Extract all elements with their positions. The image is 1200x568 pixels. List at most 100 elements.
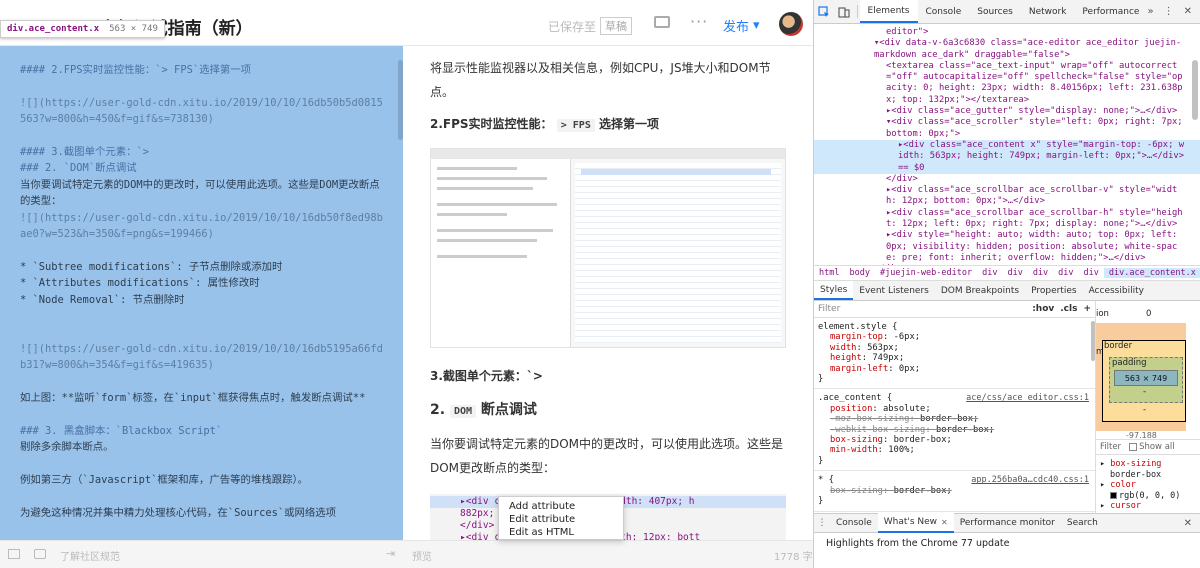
style-property[interactable]: box-sizing: border-box; [818,486,1091,496]
tab-console[interactable]: Console [918,0,970,23]
close-drawer-icon[interactable]: ✕ [1184,518,1200,529]
dom-node[interactable]: ▸<div style="height: auto; width: auto; … [814,230,1200,264]
devtools-menu-icon[interactable]: ⋮ [1164,6,1174,17]
dom-node[interactable]: ▾<div class="ace_scroller" style="left: … [814,117,1200,140]
image-icon[interactable] [34,549,46,559]
style-property[interactable]: position: absolute; [818,404,1091,414]
publish-button[interactable]: 发布 ▾ [723,16,760,35]
drawer-tab-whats-new[interactable]: What's New ✕ [877,513,954,533]
dom-node[interactable]: <textarea class="ace_text-input" wrap="o… [814,61,1200,106]
close-tab-icon[interactable]: ✕ [941,518,948,527]
computed-filter-input[interactable]: Filter [1100,442,1121,452]
drawer-tab-search[interactable]: Search [1061,513,1104,533]
dom-node[interactable]: ▸<div class="ace_gutter" style="display:… [814,106,1200,117]
style-property[interactable]: margin-top: -6px; [818,332,1091,342]
breadcrumb-item[interactable]: html [814,268,844,278]
tab-accessibility[interactable]: Accessibility [1083,281,1150,300]
tab-event-listeners[interactable]: Event Listeners [853,281,935,300]
markdown-line: ### 3. 黑盒脚本：`Blackbox Script` [20,424,223,437]
inspect-element-icon[interactable] [814,0,834,23]
class-toggle[interactable]: .cls [1060,304,1077,314]
preview-heading-fps-tail: 选择第一项 [599,117,660,131]
property-name: margin-left [830,363,889,374]
tab-performance[interactable]: Performance [1074,0,1147,23]
dom-tree[interactable]: editor"> ▾<div data-v-6a3c6830 class="ace… [814,24,1200,265]
hover-state-toggle[interactable]: :hov [1032,304,1054,314]
box-content[interactable]: 563 × 749 [1114,370,1178,386]
dom-node[interactable]: editor"> [814,27,1200,38]
breadcrumb-item[interactable]: #juejin-web-editor [875,268,977,278]
menu-item-edit-as-html[interactable]: Edit as HTML [499,526,623,539]
more-tabs-icon[interactable]: » [1147,6,1153,17]
avatar[interactable] [779,12,803,36]
close-icon[interactable]: ✕ [1184,6,1192,17]
computed-property[interactable]: ▸ box-sizing [1100,459,1200,470]
dom-node[interactable]: ▸<div class="ace_content x" style="margi… [814,139,1200,174]
rule-source-link[interactable]: ace/css/ace_editor.css:1 [966,393,1089,403]
rule-selector[interactable]: element.style { [818,322,1091,332]
draft-link[interactable]: 草稿 [600,17,633,35]
markdown-scrollbar[interactable] [398,60,403,140]
box-padding-bottom[interactable]: - [1143,387,1146,397]
markdown-line: 为避免这种情况并集中精力处理核心代码，在`Sources`或网络选项 [20,506,337,519]
show-all-checkbox[interactable]: Show all [1129,442,1175,452]
more-options-button[interactable]: ··· [690,12,708,31]
breadcrumb-item[interactable]: div [1079,268,1104,278]
dom-node[interactable]: ▸<div class="ace_scrollbar ace_scrollbar… [814,208,1200,231]
computed-property[interactable]: ▸ cursor [1100,501,1200,512]
saved-status-label: 已保存至 [548,19,597,34]
publish-label: 发布 [723,20,750,35]
box-border-bottom[interactable]: - [1143,405,1146,415]
breadcrumb-item[interactable]: div [977,268,1002,278]
markdown-line [20,374,383,390]
markdown-editor[interactable]: #### 2.FPS实时监控性能：`> FPS`选择第一项 ![](https:/… [0,46,403,540]
device-toolbar-icon[interactable] [834,0,854,23]
menu-item-add-attribute[interactable]: Add attribute [499,500,623,513]
style-property[interactable]: min-width: 100%; [818,445,1091,455]
style-property[interactable]: -webkit-box-sizing: border-box; [818,425,1091,435]
drawer-tab-performance-monitor[interactable]: Performance monitor [954,513,1061,533]
image-upload-icon[interactable] [654,16,670,28]
style-property[interactable]: -moz-box-sizing: border-box; [818,414,1091,424]
box-padding-label: padding [1112,358,1147,368]
style-property[interactable]: box-sizing: border-box; [818,435,1091,445]
rule-source-link[interactable]: app.256ba0a…cdc40.css:1 [971,475,1089,485]
drawer-menu-icon[interactable]: ⋮ [814,518,830,528]
tab-sources[interactable]: Sources [969,0,1021,23]
dom-node[interactable]: ▸<div class="ace_scrollbar ace_scrollbar… [814,185,1200,208]
style-property[interactable]: width: 563px; [818,343,1091,353]
breadcrumb-item[interactable]: body [844,268,874,278]
menu-item-edit-attribute[interactable]: Edit attribute [499,513,623,526]
breadcrumb-item[interactable]: div [1053,268,1078,278]
styles-filter-input[interactable]: Filter [818,304,1032,314]
drawer-tab-console[interactable]: Console [830,513,878,533]
property-value: -6px; [893,332,921,343]
preview-heading-fps-text: 2.FPS实时监控性能： [430,117,553,131]
style-property[interactable]: margin-left: 0px; [818,364,1091,374]
dom-node[interactable]: </div> [814,174,1200,185]
add-rule-button[interactable]: + [1083,304,1091,314]
collapse-icon[interactable]: ⇥ [386,547,395,560]
screenshot-page-panel [431,159,571,347]
keyboard-icon[interactable] [8,549,20,559]
style-property[interactable]: height: 749px; [818,353,1091,363]
breadcrumb-item[interactable]: div.ace_content.x [1103,268,1200,278]
tab-properties[interactable]: Properties [1025,281,1082,300]
dom-node[interactable]: ▾<div data-v-6a3c6830 class="ace-editor … [814,38,1200,61]
markdown-line [20,488,383,504]
tab-styles[interactable]: Styles [814,281,854,300]
community-rules-link[interactable]: 了解社区规范 [60,548,120,563]
property-value: 100%; [888,445,915,456]
dom-tree-scrollbar[interactable] [1192,60,1198,120]
computed-property[interactable]: ▸ color [1100,480,1200,491]
word-count: 1778 字 [774,552,813,563]
editor-header: DevTols 高级调试指南（新） div.ace_content.x 563 … [0,0,813,46]
breadcrumb-item[interactable]: div [1002,268,1027,278]
tab-dom-breakpoints[interactable]: DOM Breakpoints [935,281,1025,300]
tab-network[interactable]: Network [1021,0,1075,23]
color-swatch[interactable] [1110,491,1117,499]
tab-elements[interactable]: Elements [859,0,918,23]
styles-scrollbar[interactable] [1091,321,1095,361]
property-value: 749px; [872,353,905,364]
breadcrumb-item[interactable]: div [1028,268,1053,278]
